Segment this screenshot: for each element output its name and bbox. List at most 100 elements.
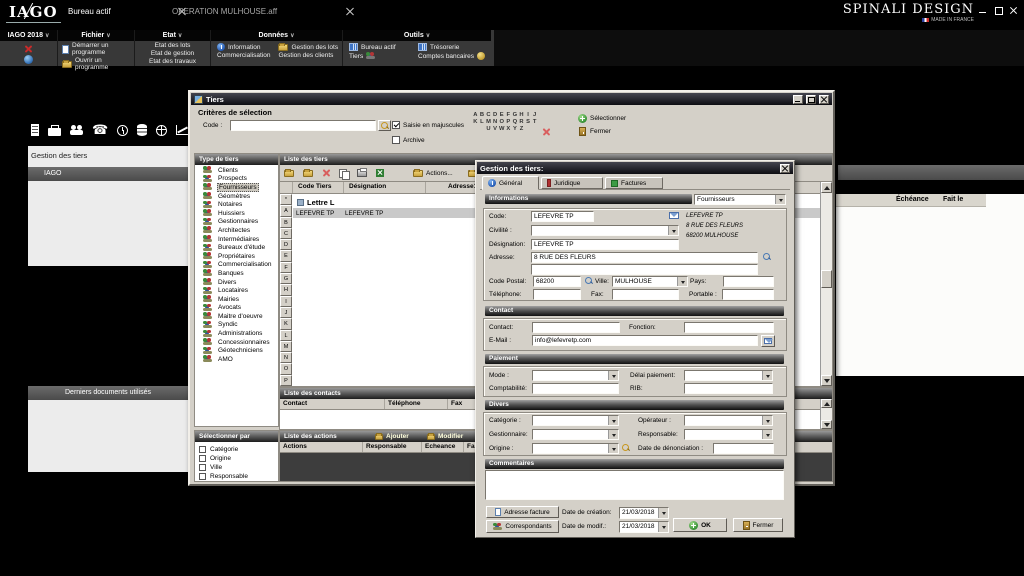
type-de-tiers-item[interactable]: Avocats (195, 304, 278, 313)
adresse2-field[interactable] (531, 264, 758, 275)
letter-link[interactable]: N (492, 119, 499, 126)
type-de-tiers-item[interactable]: Syndic (195, 321, 278, 330)
open-tiers-icon[interactable] (303, 170, 313, 177)
letter-link[interactable]: G (512, 112, 519, 119)
menu-information[interactable]: Information (217, 43, 270, 51)
tab-juridique[interactable]: Juridique (541, 177, 603, 189)
letter-tab[interactable]: B (280, 217, 292, 228)
column-header[interactable]: Téléphone (385, 399, 448, 409)
fermer-button[interactable]: Fermer (579, 127, 611, 136)
close-icon[interactable] (1009, 6, 1019, 15)
type-de-tiers-item[interactable]: Prospects (195, 175, 278, 184)
delete-tiers-icon[interactable] (322, 169, 330, 177)
mail-icon[interactable] (669, 212, 679, 219)
letter-tab[interactable]: E (280, 250, 292, 261)
people-icon[interactable] (70, 125, 83, 136)
quit-icon[interactable] (24, 44, 33, 53)
type-de-tiers-item[interactable]: Notaires (195, 200, 278, 209)
tab-operation-mulhouse[interactable]: OPERATION MULHOUSE.aff (172, 0, 354, 22)
type-de-tiers-item[interactable]: Concessionnaires (195, 338, 278, 347)
ribbon-group-title[interactable]: Etat∨ (135, 30, 210, 41)
letter-link[interactable]: S (525, 119, 532, 126)
menu-tiers[interactable]: Tiers (349, 52, 410, 60)
column-header-echeance[interactable]: Échéance (896, 196, 929, 203)
letter-link[interactable]: I (525, 112, 532, 119)
ribbon-group-title[interactable]: IAGO 2018∨ (0, 30, 57, 41)
denonciation-field[interactable] (713, 443, 774, 454)
type-de-tiers-item[interactable]: Intermédiaires (195, 235, 278, 244)
column-header-fait-le[interactable]: Fait le (943, 196, 963, 203)
filter-checkbox[interactable] (199, 464, 206, 471)
scroll-up-icon[interactable] (821, 182, 832, 193)
type-de-tiers-item[interactable]: Architectes (195, 226, 278, 235)
menu-tresorerie[interactable]: Trésorerie (418, 43, 485, 51)
add-tiers-icon[interactable] (284, 170, 294, 177)
menu-gestion-des-clients[interactable]: Gestion des clients (278, 52, 338, 59)
letter-link[interactable]: C (485, 112, 492, 119)
ville-select[interactable]: MULHOUSE (612, 276, 688, 287)
postal-search-icon[interactable] (585, 277, 592, 284)
letter-tab[interactable]: C (280, 228, 292, 239)
letter-tab[interactable]: O (280, 363, 292, 374)
type-tiers-select[interactable]: Fournisseurs (694, 194, 786, 205)
mode-select[interactable] (532, 370, 619, 381)
menu-demarrer-programme[interactable]: Démarrer un programme (62, 42, 127, 56)
code-field[interactable] (531, 211, 594, 222)
globe-icon[interactable] (156, 125, 167, 136)
letter-tab[interactable]: A (280, 205, 292, 216)
dropdown-icon[interactable] (608, 430, 618, 439)
type-de-tiers-item[interactable]: AMO (195, 355, 278, 364)
type-de-tiers-item[interactable]: Administrations (195, 329, 278, 338)
dropdown-icon[interactable] (608, 371, 618, 380)
web-icon[interactable] (24, 55, 33, 64)
filter-option[interactable]: Responsable (199, 472, 248, 481)
type-de-tiers-item[interactable]: Locataires (195, 286, 278, 295)
letter-link[interactable]: Y (512, 126, 519, 133)
print-icon[interactable] (357, 169, 367, 177)
filter-option[interactable]: Catégorie (199, 445, 248, 454)
letter-link[interactable]: O (498, 119, 505, 126)
letter-link[interactable]: X (505, 126, 512, 133)
filter-option[interactable]: Origine (199, 454, 248, 463)
phone-icon[interactable]: ☎ (92, 124, 108, 137)
type-de-tiers-item[interactable]: Fournisseurs (195, 183, 278, 192)
date-creation-select[interactable]: 21/03/2018 (619, 507, 669, 519)
minimize-icon[interactable] (978, 6, 988, 15)
letter-tab[interactable]: J (280, 307, 292, 318)
menu-etat-de-gestion[interactable]: Etat de gestion (151, 50, 194, 57)
letter-link[interactable]: P (505, 119, 512, 126)
fax-field[interactable] (612, 289, 679, 300)
type-de-tiers-item[interactable]: Gestionnaires (195, 218, 278, 227)
iago-panel-header[interactable]: IAGO (28, 167, 188, 181)
dropdown-icon[interactable] (762, 430, 772, 439)
origine-select[interactable] (532, 443, 619, 454)
dropdown-icon[interactable] (677, 277, 687, 286)
letter-link[interactable]: H (518, 112, 525, 119)
ribbon-group-title[interactable]: Données∨ (211, 30, 342, 41)
civilite-select[interactable] (531, 225, 679, 236)
copy-icon[interactable] (339, 169, 348, 178)
code-postal-field[interactable] (533, 276, 581, 287)
letter-tab[interactable]: F (280, 262, 292, 273)
address-search-icon[interactable] (763, 253, 770, 260)
uppercase-checkbox[interactable] (392, 121, 400, 129)
type-de-tiers-item[interactable]: Géotechniciens (195, 346, 278, 355)
letter-tab[interactable]: * (280, 194, 292, 205)
ribbon-group-title[interactable]: Fichier∨ (58, 30, 134, 41)
letter-tab[interactable]: M (280, 341, 292, 352)
dropdown-icon[interactable] (775, 195, 785, 204)
dropdown-icon[interactable] (668, 226, 678, 235)
filter-option[interactable]: Ville (199, 463, 248, 472)
scroll-down-icon[interactable] (821, 375, 832, 386)
ribbon-group-title[interactable]: Outils∨ (343, 30, 491, 41)
minimize-icon[interactable] (793, 95, 803, 104)
commentaires-textarea[interactable] (485, 470, 784, 500)
letter-tab[interactable]: N (280, 352, 292, 363)
type-de-tiers-item[interactable]: Mairies (195, 295, 278, 304)
letter-link[interactable]: K (472, 119, 479, 126)
letter-link[interactable]: R (518, 119, 525, 126)
menu-bureau-actif[interactable]: Bureau actif (349, 43, 410, 51)
menu-commercialisation[interactable]: Commercialisation (217, 52, 270, 59)
letter-link[interactable]: F (505, 112, 512, 119)
letter-tab[interactable]: I (280, 296, 292, 307)
